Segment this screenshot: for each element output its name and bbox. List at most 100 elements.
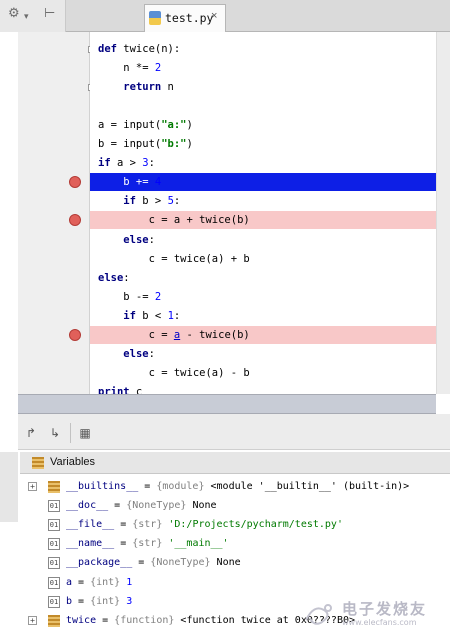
variable-value: <function twice at 0x0????B0> <box>180 614 356 626</box>
editor-scrollbar[interactable] <box>436 32 450 394</box>
variable-name: __doc__ <box>66 500 109 512</box>
variable-row[interactable]: 01 __doc__ = {NoneType} None <box>20 496 450 515</box>
tabs-strip: test.py × <box>66 0 450 32</box>
variable-row[interactable]: 01 a = {int} 1 <box>20 573 450 592</box>
variable-row[interactable]: 01 b = {int} 3 <box>20 592 450 611</box>
variable-row[interactable]: 01 __file__ = {str} 'D:/Projects/pycharm/… <box>20 515 450 534</box>
code-line[interactable]: if a > 3: <box>90 154 436 172</box>
breakpoint-icon[interactable] <box>69 328 81 341</box>
variable-value: None <box>216 557 241 569</box>
variable-type: {module} <box>156 481 205 492</box>
close-icon[interactable]: × <box>211 10 217 22</box>
expand-icon[interactable]: + <box>28 482 37 491</box>
variable-icon: 01 <box>48 500 60 513</box>
show-execution-point-icon[interactable]: ↱ <box>22 424 40 442</box>
module-icon <box>48 614 60 627</box>
variable-icon: 01 <box>48 557 60 570</box>
watches-icon[interactable]: ▦ <box>76 424 94 442</box>
variable-name: __builtins__ <box>66 481 139 492</box>
variable-row[interactable]: 01 __name__ = {str} '__main__' <box>20 534 450 553</box>
breakpoint-icon[interactable] <box>69 214 81 227</box>
toolbar-divider <box>70 423 71 443</box>
code-line[interactable]: if b > 5: <box>90 192 436 210</box>
code-line[interactable]: else: <box>90 269 436 287</box>
code-line[interactable]: c = a + twice(b) <box>90 211 436 230</box>
variables-icon <box>32 457 44 469</box>
variable-text: __package__ = {NoneType} None <box>66 557 241 569</box>
variable-type: {function} <box>114 614 175 626</box>
variable-name: __file__ <box>66 519 115 531</box>
variable-row[interactable]: 01 __package__ = {NoneType} None <box>20 553 450 572</box>
code-line-text: if a > 3: <box>98 157 155 170</box>
current-execution-line[interactable]: b += 4 <box>90 173 436 192</box>
variable-name: __name__ <box>66 538 115 550</box>
code-line-text: b = input("b:") <box>98 138 193 151</box>
expand-icon[interactable]: + <box>28 615 37 625</box>
code-line[interactable]: n *= 2 <box>90 59 436 77</box>
variables-title: Variables <box>50 456 96 468</box>
frames-strip <box>0 452 18 522</box>
code-line[interactable] <box>90 97 436 115</box>
variables-header: Variables <box>20 452 450 474</box>
variable-text: __doc__ = {NoneType} None <box>66 500 217 512</box>
code-line-text: c = a - twice(b) <box>98 328 250 341</box>
variable-row[interactable]: + __builtins__ = {module} <module '__buil… <box>20 477 450 496</box>
variable-text: __name__ = {str} '__main__' <box>66 538 229 550</box>
gear-icon[interactable]: ⚙ <box>8 6 20 20</box>
panel-splitter[interactable] <box>18 394 436 414</box>
variable-name: __package__ <box>66 557 133 569</box>
variable-type: {str} <box>132 538 163 550</box>
code-line-text: b += 4 <box>98 176 162 189</box>
code-line[interactable]: c = twice(a) + b <box>90 250 436 268</box>
variable-icon: 01 <box>48 519 60 532</box>
code-line-text: else: <box>123 233 155 246</box>
code-line-text: else: <box>98 271 130 284</box>
code-line-text: c = twice(a) + b <box>98 252 250 265</box>
code-line-text: if b > 5: <box>123 195 181 208</box>
variable-name: b <box>66 595 73 607</box>
code-line-text: return n <box>123 81 174 94</box>
code-line-text: b -= 2 <box>98 290 162 303</box>
module-icon <box>48 481 60 493</box>
breakpoint-icon[interactable] <box>69 176 81 189</box>
variable-name: twice <box>66 614 97 626</box>
variable-text: twice = {function} <function twice at 0x… <box>66 614 356 626</box>
code-line[interactable]: else: <box>90 231 436 249</box>
variable-value: 'D:/Projects/pycharm/test.py' <box>168 519 343 531</box>
evaluate-expression-icon[interactable]: ↳ <box>46 424 64 442</box>
code-line[interactable]: b -= 2 <box>90 288 436 306</box>
code-line[interactable]: return n <box>90 78 436 96</box>
code-line[interactable]: def twice(n): <box>90 40 436 58</box>
variable-text: __file__ = {str} 'D:/Projects/pycharm/te… <box>66 519 343 531</box>
project-toolbar: ⚙ ▾ ⊢ <box>0 0 66 32</box>
code-editor[interactable]: def twice(n): n *= 2 return n a = input("… <box>90 32 436 398</box>
chevron-down-icon[interactable]: ▾ <box>24 9 29 23</box>
code-line[interactable]: b = input("b:") <box>90 135 436 153</box>
variable-row[interactable]: + twice = {function} <function twice at 0… <box>20 611 450 630</box>
variable-icon: 01 <box>48 576 60 589</box>
variable-icon: 01 <box>48 538 60 551</box>
code-line-text: def twice(n): <box>98 43 181 55</box>
variable-text: a = {int} 1 <box>66 576 133 588</box>
code-line[interactable]: a = input("a:") <box>90 116 436 134</box>
code-line[interactable]: else: <box>90 345 436 363</box>
variable-type: {int} <box>90 576 121 588</box>
collapse-panel-icon[interactable]: ⊢ <box>44 6 55 20</box>
variable-type: {str} <box>132 519 163 531</box>
variable-value: None <box>192 500 217 512</box>
variable-value: 1 <box>126 576 133 588</box>
code-line-text: if b < 1: <box>123 309 181 322</box>
variable-type: {NoneType} <box>126 500 187 512</box>
code-line[interactable]: if b < 1: <box>90 307 436 325</box>
variables-tree: + __builtins__ = {module} <module '__buil… <box>20 474 450 638</box>
variable-name: a <box>66 576 73 588</box>
code-line-text: n *= 2 <box>98 62 162 75</box>
code-line[interactable]: c = a - twice(b) <box>90 325 436 344</box>
code-line-text: c = twice(a) - b <box>98 366 250 379</box>
code-line[interactable]: c = twice(a) - b <box>90 364 436 382</box>
editor-gutter[interactable] <box>18 32 95 394</box>
variable-type: {int} <box>90 595 121 607</box>
tab-test-py[interactable]: test.py × <box>144 4 226 32</box>
variable-type: {NoneType} <box>150 557 211 569</box>
tab-label: test.py <box>165 11 214 25</box>
